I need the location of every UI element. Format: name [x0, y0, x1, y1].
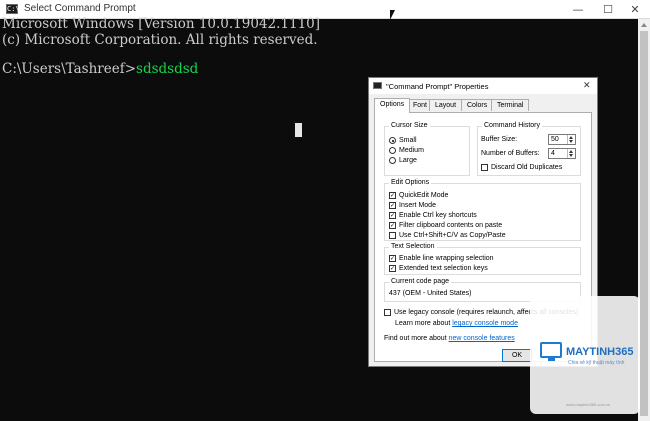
- legacy-console-mode-link[interactable]: legacy console mode: [452, 320, 518, 327]
- command-history-group: Command History Buffer Size: 50 Number o…: [477, 122, 581, 176]
- tab-options[interactable]: Options: [374, 98, 411, 113]
- watermark-subtitle: Chia sẻ kỹ thuật máy tính: [568, 360, 625, 366]
- cursor-size-title: Cursor Size: [389, 122, 430, 129]
- text-selection-group: Text Selection ✓ Enable line wrapping se…: [384, 243, 581, 275]
- command-history-title: Command History: [482, 122, 543, 129]
- watermark-brand: MAYTINH365: [566, 346, 634, 358]
- maximize-button[interactable]: ☐: [593, 0, 623, 19]
- ctrl-shift-cv-checkbox[interactable]: [389, 232, 396, 239]
- buffer-size-stepper[interactable]: 50: [548, 134, 576, 145]
- console-prompt: C:\Users\Tashreef>: [2, 61, 137, 77]
- discard-duplicates-option[interactable]: Discard Old Duplicates: [481, 163, 562, 172]
- ctrl-shortcuts-checkbox[interactable]: ✓: [389, 212, 396, 219]
- edit-options-group: Edit Options ✓ QuickEdit Mode ✓ Insert M…: [384, 179, 581, 241]
- tab-colors[interactable]: Colors: [461, 99, 494, 111]
- console-copyright-line: (c) Microsoft Corporation. All rights re…: [2, 32, 318, 48]
- cursor-medium-radio[interactable]: [389, 147, 396, 154]
- buffer-size-label: Buffer Size:: [481, 136, 518, 143]
- tab-terminal[interactable]: Terminal: [491, 99, 530, 111]
- text-cursor: [295, 123, 302, 137]
- ctrl-shortcuts-option[interactable]: ✓ Enable Ctrl key shortcuts: [389, 211, 477, 220]
- cursor-large-radio[interactable]: [389, 157, 396, 164]
- cursor-medium-label: Medium: [399, 147, 424, 154]
- ctrl-shift-cv-option[interactable]: Use Ctrl+Shift+C/V as Copy/Paste: [389, 231, 506, 240]
- minimize-button[interactable]: —: [563, 0, 593, 19]
- watermark-overlay: MAYTINH365 Chia sẻ kỹ thuật máy tính www…: [530, 296, 640, 414]
- command-prompt-icon: C:\: [6, 4, 20, 14]
- cursor-size-small[interactable]: Small: [389, 136, 417, 145]
- insert-mode-label: Insert Mode: [399, 202, 436, 209]
- ctrl-shortcuts-label: Enable Ctrl key shortcuts: [399, 212, 477, 219]
- learn-more-prefix: Learn more about: [395, 320, 453, 327]
- learn-more-text: Learn more about legacy console mode: [395, 320, 518, 327]
- insert-mode-option[interactable]: ✓ Insert Mode: [389, 201, 436, 210]
- cursor-size-medium[interactable]: Medium: [389, 146, 424, 155]
- spinner-arrows-icon[interactable]: [567, 135, 575, 144]
- edit-options-title: Edit Options: [389, 179, 432, 186]
- legacy-console-checkbox[interactable]: [384, 309, 391, 316]
- filter-clipboard-checkbox[interactable]: ✓: [389, 222, 396, 229]
- extended-keys-label: Extended text selection keys: [399, 265, 488, 272]
- window-title: Select Command Prompt: [24, 3, 136, 14]
- cursor-size-group: Cursor Size Small Medium Large: [384, 122, 470, 176]
- console-typed-command: sdsdsdsd: [136, 61, 199, 77]
- extended-keys-checkbox[interactable]: ✓: [389, 265, 396, 272]
- line-wrapping-label: Enable line wrapping selection: [399, 255, 494, 262]
- close-button[interactable]: ✕: [620, 0, 650, 19]
- dialog-titlebar[interactable]: "Command Prompt" Properties ✕: [369, 78, 597, 94]
- quickedit-checkbox[interactable]: ✓: [389, 192, 396, 199]
- command-prompt-icon: [373, 82, 382, 89]
- find-more-prefix: Find out more about: [384, 335, 449, 342]
- extended-keys-option[interactable]: ✓ Extended text selection keys: [389, 264, 488, 273]
- quickedit-option[interactable]: ✓ QuickEdit Mode: [389, 191, 448, 200]
- discard-duplicates-checkbox[interactable]: [481, 164, 488, 171]
- discard-duplicates-label: Discard Old Duplicates: [491, 164, 563, 171]
- buffer-size-value: 50: [551, 136, 559, 143]
- cursor-small-label: Small: [399, 137, 417, 144]
- console-version-line: Microsoft Windows [Version 10.0.19042.11…: [2, 16, 321, 32]
- num-buffers-stepper[interactable]: 4: [548, 148, 576, 159]
- cursor-size-large[interactable]: Large: [389, 156, 417, 165]
- tab-layout[interactable]: Layout: [429, 99, 463, 111]
- text-selection-title: Text Selection: [389, 243, 437, 250]
- monitor-logo-icon: [540, 342, 562, 361]
- mouse-pointer-icon: [390, 10, 395, 20]
- num-buffers-label: Number of Buffers:: [481, 150, 540, 157]
- scrollbar-thumb[interactable]: [640, 31, 648, 416]
- ok-button[interactable]: OK: [502, 349, 532, 362]
- new-console-features-link[interactable]: new console features: [449, 335, 515, 342]
- console-prompt-line: C:\Users\Tashreef>sdsdsdsd: [2, 61, 198, 77]
- quickedit-label: QuickEdit Mode: [399, 192, 449, 199]
- code-page-value: 437 (OEM - United States): [389, 290, 472, 297]
- filter-clipboard-option[interactable]: ✓ Filter clipboard contents on paste: [389, 221, 502, 230]
- line-wrapping-checkbox[interactable]: ✓: [389, 255, 396, 262]
- cursor-large-label: Large: [399, 157, 417, 164]
- watermark-url: www.maytinh365.com.vn: [566, 402, 611, 407]
- insert-mode-checkbox[interactable]: ✓: [389, 202, 396, 209]
- num-buffers-value: 4: [551, 150, 555, 157]
- line-wrapping-option[interactable]: ✓ Enable line wrapping selection: [389, 254, 494, 263]
- filter-clipboard-label: Filter clipboard contents on paste: [399, 222, 503, 229]
- dialog-close-button[interactable]: ✕: [583, 80, 591, 91]
- cursor-small-radio[interactable]: [389, 137, 396, 144]
- spinner-arrows-icon[interactable]: [567, 149, 575, 158]
- dialog-title: "Command Prompt" Properties: [386, 82, 489, 91]
- find-more-text: Find out more about new console features: [384, 335, 515, 342]
- scroll-up-arrow-icon[interactable]: [641, 23, 647, 27]
- ctrl-shift-cv-label: Use Ctrl+Shift+C/V as Copy/Paste: [399, 232, 506, 239]
- code-page-title: Current code page: [389, 278, 451, 285]
